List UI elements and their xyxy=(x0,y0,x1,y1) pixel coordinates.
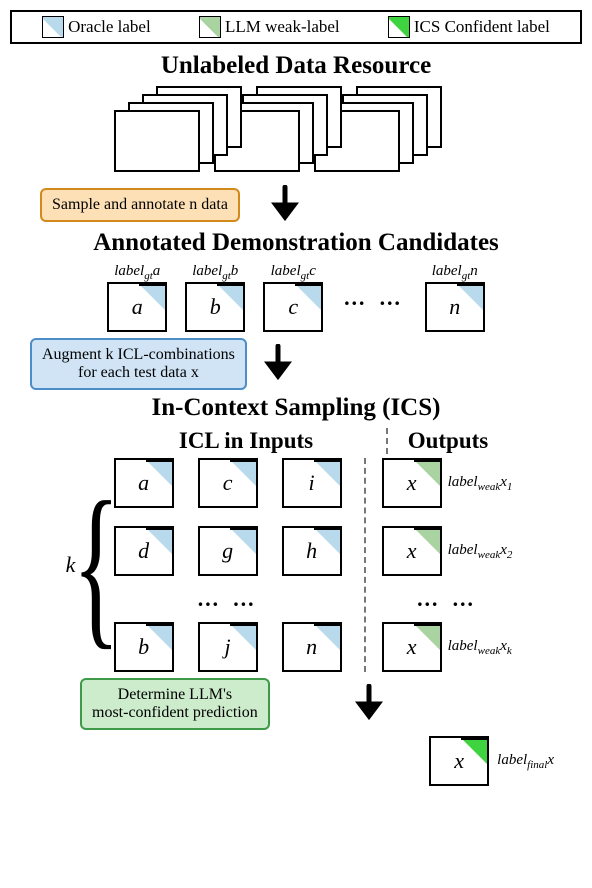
step-sample-row: Sample and annotate n data xyxy=(40,185,582,225)
divider xyxy=(364,458,366,672)
legend-oracle-label: Oracle label xyxy=(68,17,151,37)
oracle-swatch-icon xyxy=(42,16,64,38)
title-candidates: Annotated Demonstration Candidates xyxy=(10,229,582,257)
candidate-b: labelgtb b xyxy=(185,263,245,332)
output-row: x labelweakx2 xyxy=(382,526,513,576)
weak-swatch-icon xyxy=(199,16,221,38)
ics-grid: k { a c i d g h … … b j n x labelweakx1 … xyxy=(10,458,582,672)
arrow-down-icon xyxy=(354,684,384,724)
output-row: x labelweakxk xyxy=(382,622,513,672)
output-row: x labelweakx1 xyxy=(382,458,513,508)
title-outputs: Outputs xyxy=(386,428,496,454)
step-determine-row: Determine LLM's most-confident predictio… xyxy=(80,678,582,730)
badge-augment: Augment k ICL-combinations for each test… xyxy=(30,338,247,390)
legend: Oracle label LLM weak-label ICS Confiden… xyxy=(10,10,582,44)
paper-stack xyxy=(96,86,496,181)
candidate-n: labelgtn n xyxy=(425,263,485,332)
legend-weak: LLM weak-label xyxy=(199,16,340,38)
title-unlabeled: Unlabeled Data Resource xyxy=(10,52,582,80)
badge-determine: Determine LLM's most-confident predictio… xyxy=(80,678,270,730)
legend-confident: ICS Confident label xyxy=(388,16,550,38)
outputs-col: x labelweakx1 x labelweakx2 … … x labelw… xyxy=(374,458,513,672)
ics-row: b j n xyxy=(114,622,342,672)
confident-swatch-icon xyxy=(388,16,410,38)
candidate-c: labelgtc c xyxy=(263,263,323,332)
title-ics: In-Context Sampling (ICS) xyxy=(10,394,582,422)
ics-row: a c i xyxy=(114,458,342,508)
step-augment-row: Augment k ICL-combinations for each test… xyxy=(30,338,582,390)
cand-label: labelgta xyxy=(114,263,160,282)
ics-ellipsis: … … xyxy=(114,594,342,604)
final-label: labelfinalx xyxy=(497,752,554,771)
arrow-down-icon xyxy=(270,185,300,225)
cand-ellipsis: … … xyxy=(341,285,407,311)
candidates-row: labelgta a labelgtb b labelgtc c … … lab… xyxy=(10,263,582,332)
output-ellipsis: … … xyxy=(382,594,513,604)
badge-sample: Sample and annotate n data xyxy=(40,188,240,222)
title-icl-inputs: ICL in Inputs xyxy=(126,428,366,454)
candidate-a: labelgta a xyxy=(107,263,167,332)
arrow-down-icon xyxy=(263,344,293,384)
brace-col: k { xyxy=(80,458,114,672)
final-row: x labelfinalx xyxy=(10,736,582,786)
ics-column-titles: ICL in Inputs Outputs xyxy=(40,428,582,454)
legend-oracle: Oracle label xyxy=(42,16,151,38)
legend-confident-label: ICS Confident label xyxy=(414,17,550,37)
legend-weak-label: LLM weak-label xyxy=(225,17,340,37)
ics-row: d g h xyxy=(114,526,342,576)
